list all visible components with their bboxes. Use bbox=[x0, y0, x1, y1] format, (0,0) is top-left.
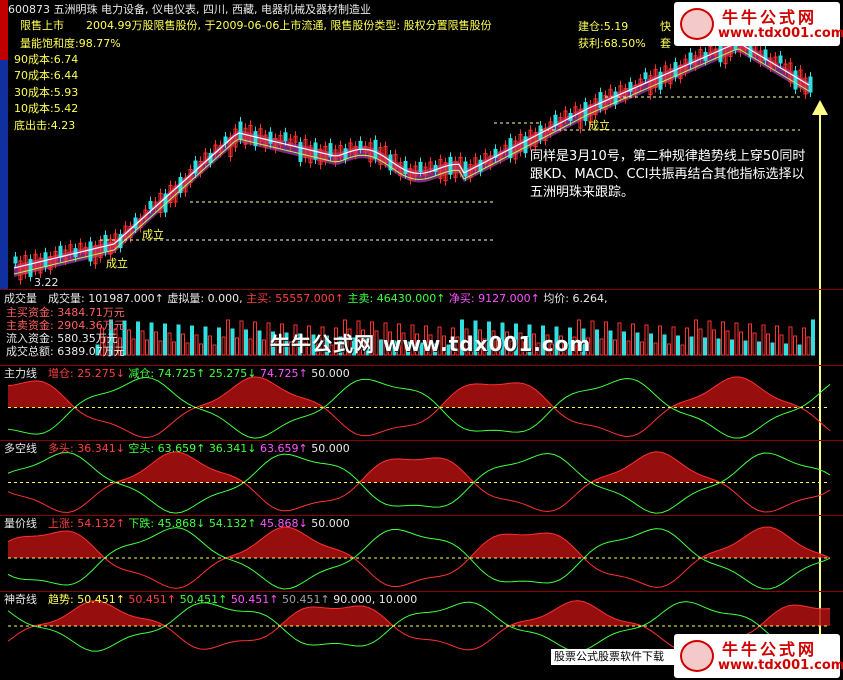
profit-ratio: 获利:68.50% bbox=[578, 37, 646, 50]
candle-body bbox=[373, 139, 378, 159]
value-item: 54.132↑ bbox=[208, 517, 261, 530]
candle-body bbox=[658, 71, 663, 90]
annotation-text: 同样是3月10号，第二种规律趋势线上穿50同时跟KD、MACD、CCI共振再结合… bbox=[530, 149, 806, 200]
center-watermark: 牛牛公式网 www.tdx001.com bbox=[270, 332, 592, 356]
logo-bottom-right: 牛牛公式网 www.tdx001.com bbox=[674, 634, 843, 678]
panel-values: 增仓: 25.275↓ 减仓: 74.725↑ 25.275↓ 74.725↑ … bbox=[48, 367, 350, 380]
candle-body bbox=[463, 161, 468, 177]
candle-body bbox=[523, 136, 528, 154]
volume-values: 成交量: 101987.000↑ 虚拟量: 0.000, 主买: 55557.0… bbox=[48, 292, 608, 305]
panel-title: 神奇线 bbox=[4, 593, 37, 606]
candle-body bbox=[418, 161, 423, 172]
candle-body bbox=[583, 102, 588, 122]
volume-left-label: 成交总额: 6389.07万元 bbox=[6, 345, 125, 358]
panel-title: 量价线 bbox=[4, 517, 37, 530]
stock-code-title: 600873 五洲明珠 电力设备, 仪电仪表, 四川, 西藏, 电器机械及器材制… bbox=[8, 3, 371, 16]
value-item: 多头: 36.341↓ bbox=[48, 442, 129, 455]
logo-title: 牛牛公式网 bbox=[722, 8, 818, 27]
right-cut-label-1: 快 bbox=[660, 20, 671, 33]
panel-values: 多头: 36.341↓ 空头: 63.659↑ 36.341↓ 63.659↑ … bbox=[48, 442, 350, 455]
value-item: 下跌: 45.868↓ bbox=[128, 517, 209, 530]
candle-body bbox=[283, 132, 288, 142]
value-item: 主卖: 46430.000↑ bbox=[347, 292, 449, 305]
cost-70: 70成本:6.44 bbox=[14, 69, 79, 82]
candle-body bbox=[358, 140, 363, 149]
candle-body bbox=[268, 131, 273, 144]
value-item: 74.725↑ bbox=[260, 367, 312, 380]
candle-body bbox=[553, 114, 558, 126]
cow-logo-icon bbox=[680, 640, 714, 672]
value-item: 50.451↑ bbox=[179, 593, 231, 606]
value-item: 空头: 63.659↑ bbox=[128, 442, 209, 455]
right-cut-label-2: 套 bbox=[660, 37, 671, 50]
value-item: 上涨: 54.132↑ bbox=[48, 517, 129, 530]
value-item: 50.000 bbox=[311, 442, 350, 455]
value-item: 趋势: 50.451↑ bbox=[48, 593, 129, 606]
cow-logo-icon bbox=[680, 8, 714, 40]
value-item: 增仓: 25.275↓ bbox=[48, 367, 129, 380]
panel-values: 上涨: 54.132↑ 下跌: 45.868↓ 54.132↑ 45.868↓ … bbox=[48, 517, 350, 530]
value-item: 均价: 6.264, bbox=[543, 292, 608, 305]
value-item: 63.659↑ bbox=[260, 442, 312, 455]
logo-url: www.tdx001.com bbox=[718, 658, 843, 673]
restricted-label: 限售上市 bbox=[20, 19, 64, 32]
value-item: 45.868↓ bbox=[260, 517, 312, 530]
indicator-panel-volume-price: 量价线 上涨: 54.132↑ 下跌: 45.868↓ 54.132↑ 45.8… bbox=[0, 515, 843, 591]
saturation-label: 量能饱和度:98.77% bbox=[20, 37, 121, 50]
value-item: 50.451↑ bbox=[230, 593, 283, 606]
status-bar: 股票公式股票软件下载 bbox=[551, 649, 683, 665]
value-item: 90.000, 10.000 bbox=[333, 593, 418, 606]
candle-body bbox=[793, 70, 798, 90]
volume-left-label: 主买资金: 3484.71万元 bbox=[6, 306, 125, 319]
candle-body bbox=[238, 121, 243, 140]
value-item: 50.000 bbox=[311, 517, 350, 530]
volume-left-label: 流入资金: 580.35万元 bbox=[6, 332, 118, 345]
formed-marker-1: 成立 bbox=[106, 257, 128, 270]
panel-values: 趋势: 50.451↑ 50.451↑ 50.451↑ 50.451↑ 50.4… bbox=[48, 593, 417, 606]
panel-title: 主力线 bbox=[4, 367, 37, 380]
cost-90: 90成本:6.74 bbox=[14, 53, 79, 66]
value-item: 净买: 9127.000↑ bbox=[448, 292, 544, 305]
panel-title: 多空线 bbox=[4, 442, 37, 455]
value-item: 50.451↑ bbox=[282, 593, 334, 606]
restricted-info: 2004.99万股限售股份, 于2009-06-06上市流通, 限售股份类型: … bbox=[86, 19, 492, 32]
value-item: 50.000 bbox=[311, 367, 350, 380]
arrow-head-icon bbox=[812, 100, 828, 115]
value-item: 主买: 55557.000↑ bbox=[246, 292, 348, 305]
candle-body bbox=[403, 161, 408, 175]
candle-body bbox=[103, 234, 108, 252]
candle-body bbox=[298, 141, 303, 162]
candle-body bbox=[778, 55, 783, 64]
formed-marker-2: 成立 bbox=[142, 228, 164, 241]
value-item: 36.341↓ bbox=[208, 442, 261, 455]
logo-url: www.tdx001.com bbox=[718, 26, 843, 41]
candle-body bbox=[808, 76, 813, 93]
indicator-panel-main-force: 主力线 增仓: 25.275↓ 减仓: 74.725↑ 25.275↓ 74.7… bbox=[0, 365, 843, 440]
logo-top-right: 牛牛公式网 www.tdx001.com bbox=[674, 2, 843, 46]
candle-body bbox=[598, 92, 603, 109]
candle-body bbox=[28, 258, 33, 277]
build-position: 建仓:5.19 bbox=[578, 20, 629, 33]
low-price-mark: 3.22 bbox=[34, 276, 59, 289]
volume-panel-title: 成交量 bbox=[4, 292, 37, 305]
logo-title: 牛牛公式网 bbox=[722, 640, 818, 659]
formed-marker-3: 成立 bbox=[588, 119, 610, 132]
volume-left-label: 主卖资金: 2904.36万元 bbox=[6, 319, 125, 332]
value-item: 50.451↑ bbox=[128, 593, 180, 606]
value-item: 成交量: 101987.000↑ bbox=[48, 292, 168, 305]
cost-30: 30成本:5.93 bbox=[14, 86, 79, 99]
bottom-out: 底出击:4.23 bbox=[14, 119, 76, 132]
volume-left-labels: 主买资金: 3484.71万元 主卖资金: 2904.36万元 流入资金: 580.… bbox=[6, 306, 125, 358]
candle-body bbox=[643, 72, 648, 80]
candle-body bbox=[13, 256, 18, 264]
indicator-panel-long-short: 多空线 多头: 36.341↓ 空头: 63.659↑ 36.341↓ 63.6… bbox=[0, 440, 843, 515]
value-item: 减仓: 74.725↑ bbox=[128, 367, 209, 380]
candle-body bbox=[88, 241, 93, 262]
candle-body bbox=[58, 245, 63, 258]
value-item: 虚拟量: 0.000, bbox=[167, 292, 247, 305]
candle-body bbox=[148, 201, 153, 209]
cost-10: 10成本:5.42 bbox=[14, 102, 79, 115]
value-item: 25.275↓ bbox=[208, 367, 261, 380]
